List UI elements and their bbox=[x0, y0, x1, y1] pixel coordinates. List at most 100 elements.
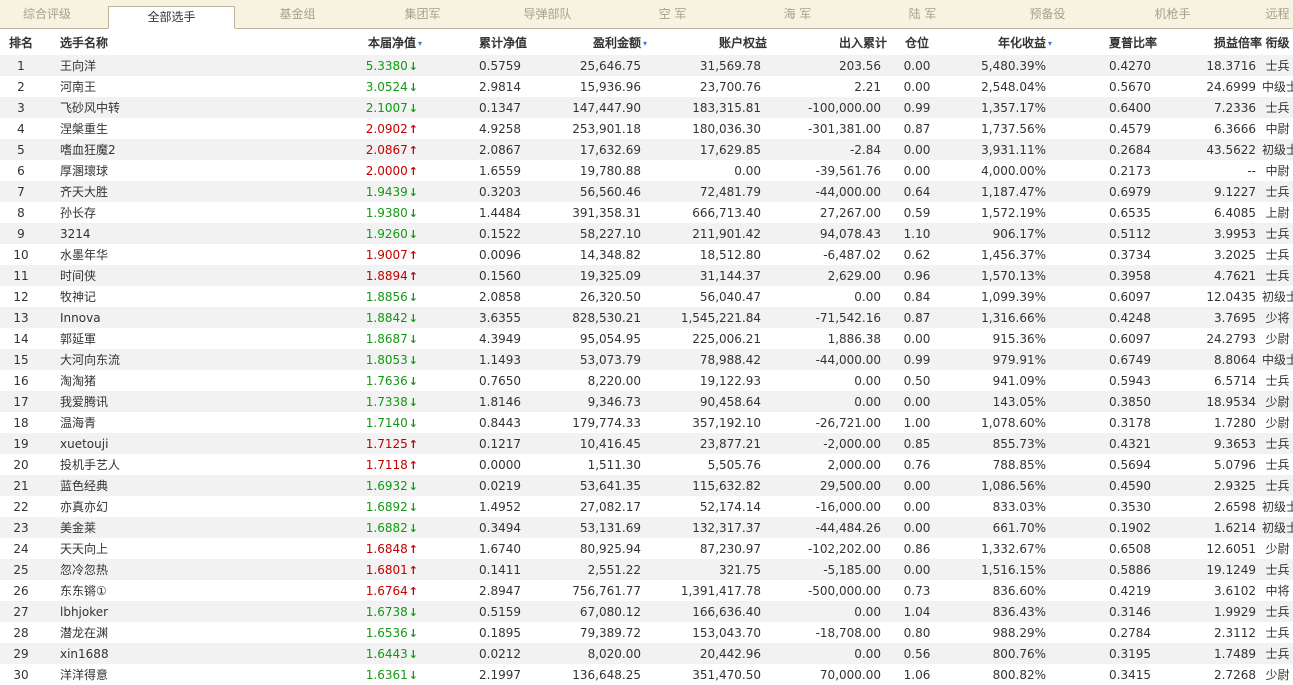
tab-6[interactable]: 海 军 bbox=[740, 0, 855, 29]
cell-name[interactable]: 孙长存 bbox=[42, 202, 172, 223]
table-row[interactable]: 16 淘淘猪 1.7636↓ 0.7650 8,220.00 19,122.93 0.00 0… bbox=[0, 370, 1293, 391]
tab-4[interactable]: 导弹部队 bbox=[490, 0, 605, 29]
table-row[interactable]: 5 嗜血狂魔2 2.0867↑ 2.0867 17,632.69 17,629.85 -2.… bbox=[0, 139, 1293, 160]
cell-name[interactable]: 天天向上 bbox=[42, 538, 172, 559]
column-header-annual[interactable]: 年化收益 ▾ bbox=[947, 29, 1052, 55]
cell-name[interactable]: 大河向东流 bbox=[42, 349, 172, 370]
cell-nav: 1.8894↑ bbox=[172, 265, 422, 286]
cell-title: 中级士官 bbox=[1262, 80, 1293, 94]
cell-rank: 9 bbox=[0, 223, 42, 244]
cell-name[interactable]: 飞砂风中转 bbox=[42, 97, 172, 118]
cell-pos: 0.59 bbox=[903, 205, 931, 220]
table-row[interactable]: 19 xuetouji 1.7125↑ 0.1217 10,416.45 23,877.2… bbox=[0, 433, 1293, 454]
cell-name[interactable]: 厚溷瓌球 bbox=[42, 160, 172, 181]
table-row[interactable]: 27 lbhjoker 1.6738↓ 0.5159 67,080.12 166,636.… bbox=[0, 601, 1293, 622]
table-row[interactable]: 4 涅槃重生 2.0902↑ 4.9258 253,901.18 180,036.30 -3… bbox=[0, 118, 1293, 139]
nav-value: 1.8687 bbox=[365, 331, 408, 346]
table-row[interactable]: 24 天天向上 1.6848↑ 1.6740 80,925.94 87,230.97 -10… bbox=[0, 538, 1293, 559]
table-row[interactable]: 25 忽冷忽热 1.6801↑ 0.1411 2,551.22 321.75 -5,185.… bbox=[0, 559, 1293, 580]
cell-name[interactable]: 潜龙在渊 bbox=[42, 622, 172, 643]
tab-7[interactable]: 陆 军 bbox=[855, 0, 990, 29]
cell-name[interactable]: 嗜血狂魔2 bbox=[42, 139, 172, 160]
nav-value: 1.6882 bbox=[365, 520, 408, 535]
table-row[interactable]: 10 水墨年华 1.9007↑ 0.0096 14,348.82 18,512.80 -6,… bbox=[0, 244, 1293, 265]
cell-title: 士兵 bbox=[1262, 433, 1293, 454]
cell-sharpe: 0.6508 bbox=[1109, 541, 1151, 556]
cell-name[interactable]: 齐天大胜 bbox=[42, 181, 172, 202]
table-row[interactable]: 23 美金莱 1.6882↓ 0.3494 53,131.69 132,317.37 -44… bbox=[0, 517, 1293, 538]
table-row[interactable]: 3 飞砂风中转 2.1007↓ 0.1347 147,447.90 183,315.81-… bbox=[0, 97, 1293, 118]
column-header-nav[interactable]: 本届净值 ▾ bbox=[172, 29, 422, 55]
cell-name[interactable]: 洋洋得意 bbox=[42, 664, 172, 685]
cell-acc: 0.1560 bbox=[422, 265, 527, 286]
cell-name[interactable]: 牧神记 bbox=[42, 286, 172, 307]
table-row[interactable]: 6 厚溷瓌球 2.0000↑ 1.6559 19,780.88 0.00 -39,561.7… bbox=[0, 160, 1293, 181]
cell-nav: 1.7118↑ bbox=[172, 454, 422, 475]
cell-name[interactable]: xin1688 bbox=[42, 643, 172, 664]
table-row[interactable]: 9 3214 1.9260↓ 0.1522 58,227.10 211,901.42 94,… bbox=[0, 223, 1293, 244]
sort-indicator-icon[interactable]: ▾ bbox=[1048, 39, 1052, 48]
cell-name[interactable]: 美金莱 bbox=[42, 517, 172, 538]
table-row[interactable]: 20 投机手艺人 1.7118↑ 0.0000 1,511.30 5,505.76 2,00… bbox=[0, 454, 1293, 475]
table-row[interactable]: 8 孙长存 1.9380↓ 1.4484 391,358.31 666,713.40 27,… bbox=[0, 202, 1293, 223]
table-row[interactable]: 26 东东锵① 1.6764↑ 2.8947 756,761.77 1,391,417.7… bbox=[0, 580, 1293, 601]
cell-sharpe: 0.4590 bbox=[1052, 475, 1157, 496]
tab-10[interactable]: 远程 bbox=[1240, 0, 1293, 29]
table-row[interactable]: 18 温海青 1.7140↓ 0.8443 179,774.33 357,192.10 -2… bbox=[0, 412, 1293, 433]
column-header-label: 出入累计 bbox=[838, 35, 887, 50]
cell-name[interactable]: Innova bbox=[42, 307, 172, 328]
table-row[interactable]: 29 xin1688 1.6443↓ 0.0212 8,020.00 20,442.96 0… bbox=[0, 643, 1293, 664]
cell-flow: 27,267.00 bbox=[819, 205, 881, 220]
table-row[interactable]: 13 Innova 1.8842↓ 3.6355 828,530.21 1,545,221… bbox=[0, 307, 1293, 328]
nav-value: 1.6892 bbox=[365, 499, 408, 514]
cell-name[interactable]: 我爱腾讯 bbox=[42, 391, 172, 412]
cell-name[interactable]: 3214 bbox=[42, 223, 172, 244]
cell-name[interactable]: 亦真亦幻 bbox=[42, 496, 172, 517]
cell-name[interactable]: xuetouji bbox=[42, 433, 172, 454]
cell-annual: 143.05% bbox=[947, 391, 1052, 412]
table-row[interactable]: 2 河南王 3.0524↓ 2.9814 15,936.96 23,700.76 2.21 0… bbox=[0, 76, 1293, 97]
cell-name[interactable]: 郭延軍 bbox=[42, 328, 172, 349]
cell-flow: -6,487.02 bbox=[823, 247, 881, 262]
cell-name[interactable]: 涅槃重生 bbox=[42, 118, 172, 139]
cell-name[interactable]: 王向洋 bbox=[42, 55, 172, 76]
sort-indicator-icon[interactable]: ▾ bbox=[643, 39, 647, 48]
tab-2[interactable]: 基金组 bbox=[240, 0, 355, 29]
tab-8[interactable]: 预备役 bbox=[990, 0, 1105, 29]
cell-name[interactable]: 温海青 bbox=[42, 412, 172, 433]
cell-name[interactable]: 河南王 bbox=[42, 76, 172, 97]
cell-equity: 20,442.96 bbox=[647, 643, 767, 664]
table-row[interactable]: 1 王向洋 5.3380↓ 0.5759 25,646.75 31,569.78 203.5… bbox=[0, 55, 1293, 76]
cell-acc: 0.7650 bbox=[479, 373, 521, 388]
tab-5[interactable]: 空 军 bbox=[605, 0, 740, 29]
cell-name[interactable]: lbhjoker bbox=[42, 601, 172, 622]
table-row[interactable]: 21 蓝色经典 1.6932↓ 0.0219 53,641.35 115,632.82 29… bbox=[0, 475, 1293, 496]
table-row[interactable]: 30 洋洋得意 1.6361↓ 2.1997 136,648.25 351,470.50 7… bbox=[0, 664, 1293, 685]
cell-name[interactable]: 淘淘猪 bbox=[42, 370, 172, 391]
cell-profit: 1,511.30 bbox=[587, 457, 641, 472]
cell-name[interactable]: 蓝色经典 bbox=[42, 475, 172, 496]
cell-rank: 12 bbox=[13, 289, 29, 304]
cell-name[interactable]: 时间侠 bbox=[42, 265, 172, 286]
table-row[interactable]: 15 大河向东流 1.8053↓ 1.1493 53,073.79 78,988.42 -4… bbox=[0, 349, 1293, 370]
column-header-profit[interactable]: 盈利金额 ▾ bbox=[527, 29, 647, 55]
tab-3[interactable]: 集团军 bbox=[355, 0, 490, 29]
cell-name[interactable]: 忽冷忽热 bbox=[42, 559, 172, 580]
table-row[interactable]: 14 郭延軍 1.8687↓ 4.3949 95,054.95 225,006.21 1,8… bbox=[0, 328, 1293, 349]
tab-9[interactable]: 机枪手 bbox=[1105, 0, 1240, 29]
table-row[interactable]: 17 我爱腾讯 1.7338↓ 1.8146 9,346.73 90,458.64 0.00… bbox=[0, 391, 1293, 412]
cell-name[interactable]: 水墨年华 bbox=[42, 244, 172, 265]
sort-indicator-icon[interactable]: ▾ bbox=[418, 39, 422, 48]
tab-0[interactable]: 综合评级 bbox=[0, 0, 94, 29]
table-row[interactable]: 28 潜龙在渊 1.6536↓ 0.1895 79,389.72 153,043.70 -1… bbox=[0, 622, 1293, 643]
table-row[interactable]: 12 牧神记 1.8856↓ 2.0858 26,320.50 56,040.47 0.00… bbox=[0, 286, 1293, 307]
cell-pos: 1.06 bbox=[903, 667, 931, 682]
cell-pl: 6.4085 bbox=[1214, 205, 1256, 220]
table-row[interactable]: 11 时间侠 1.8894↑ 0.1560 19,325.09 31,144.37 2,62… bbox=[0, 265, 1293, 286]
cell-pos: 0.50 bbox=[903, 373, 931, 388]
cell-name[interactable]: 东东锵① bbox=[42, 580, 172, 601]
cell-name[interactable]: 投机手艺人 bbox=[42, 454, 172, 475]
table-row[interactable]: 7 齐天大胜 1.9439↓ 0.3203 56,560.46 72,481.79 -44,… bbox=[0, 181, 1293, 202]
tab-1[interactable]: 全部选手 bbox=[108, 6, 235, 29]
table-row[interactable]: 22 亦真亦幻 1.6892↓ 1.4952 27,082.17 52,174.14 -16… bbox=[0, 496, 1293, 517]
